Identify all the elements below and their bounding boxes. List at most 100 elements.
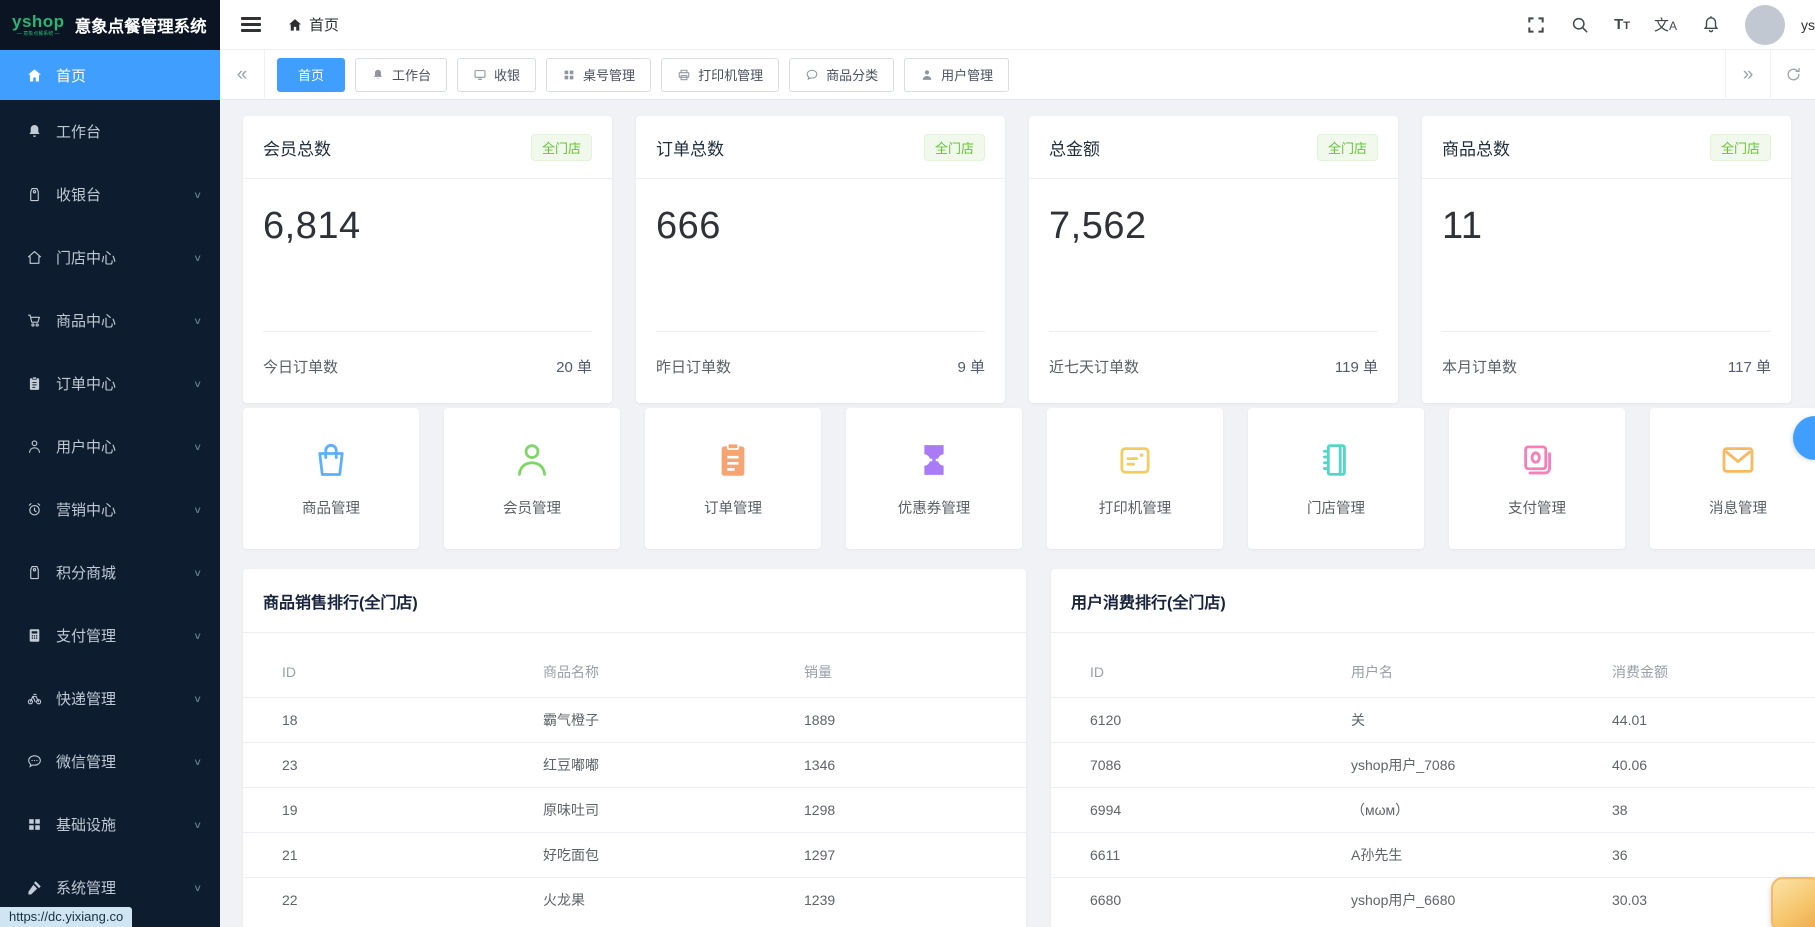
chevron-down-icon: ∨ bbox=[193, 567, 202, 578]
sidebar-item-payment[interactable]: 支付管理 ∨ bbox=[0, 604, 220, 667]
goods-sales-table: ID 商品名称 销量 18 霸气橙子 1889 23 红豆嘟嘟 1346 bbox=[243, 647, 1026, 922]
navbar-actions: TT 文A ys bbox=[1526, 5, 1815, 45]
stat-footer-label: 昨日订单数 bbox=[656, 356, 731, 377]
table-row: 22 火龙果 1239 bbox=[243, 877, 1026, 922]
column-header: ID bbox=[243, 647, 504, 697]
breadcrumb-home-label: 首页 bbox=[309, 14, 339, 35]
stat-footer-label: 近七天订单数 bbox=[1049, 356, 1139, 377]
logo-text: yshop bbox=[12, 13, 65, 30]
tabs-scroll-left-button[interactable]: « bbox=[220, 50, 265, 100]
tag-view-bar: « 首页 工作台 收银 桌号管理 打印机管理 商品分类 用户管理 » bbox=[220, 50, 1815, 100]
stat-footer-label: 今日订单数 bbox=[263, 356, 338, 377]
sidebar-item-store-center[interactable]: 门店中心 ∨ bbox=[0, 226, 220, 289]
quick-action-messages[interactable]: 消息管理 bbox=[1650, 408, 1815, 549]
chevron-down-icon: ∨ bbox=[193, 630, 202, 641]
sidebar-item-order-center[interactable]: 订单中心 ∨ bbox=[0, 352, 220, 415]
table-title: 商品销售排行(全门店) bbox=[263, 589, 418, 613]
message-envelope-icon bbox=[1717, 439, 1759, 481]
clipboard-icon bbox=[26, 375, 43, 392]
refresh-icon bbox=[1785, 66, 1802, 83]
column-header: ID bbox=[1051, 647, 1312, 697]
quick-action-payments[interactable]: 支付管理 bbox=[1449, 408, 1625, 549]
shopping-bag-icon bbox=[310, 439, 352, 481]
home-icon bbox=[26, 67, 43, 84]
table-row: 23 红豆嘟嘟 1346 bbox=[243, 742, 1026, 787]
sidebar-item-workbench[interactable]: 工作台 bbox=[0, 100, 220, 163]
sidebar-item-cashier[interactable]: 收银台 ∨ bbox=[0, 163, 220, 226]
monitor-icon bbox=[473, 68, 487, 82]
floating-cube-widget[interactable] bbox=[1771, 877, 1815, 927]
table-title: 用户消费排行(全门店) bbox=[1071, 589, 1226, 613]
tab-goods-category[interactable]: 商品分类 bbox=[789, 58, 894, 92]
sidebar-item-user-center[interactable]: 用户中心 ∨ bbox=[0, 415, 220, 478]
store-icon bbox=[26, 249, 43, 266]
notification-bell-icon[interactable] bbox=[1701, 15, 1721, 35]
stat-title: 订单总数 bbox=[656, 135, 724, 160]
chevron-down-icon: ∨ bbox=[193, 882, 202, 893]
quick-action-stores[interactable]: 门店管理 bbox=[1248, 408, 1424, 549]
avatar[interactable] bbox=[1745, 5, 1785, 45]
chevron-down-icon: ∨ bbox=[193, 441, 202, 452]
store-scope-badge: 全门店 bbox=[1710, 134, 1771, 161]
comment-icon bbox=[805, 68, 819, 82]
table-row: 6611 A孙先生 36 bbox=[1051, 832, 1815, 877]
translate-icon[interactable]: 文A bbox=[1654, 14, 1677, 35]
sidebar-toggle-icon[interactable] bbox=[241, 14, 261, 36]
cart-icon bbox=[26, 312, 43, 329]
sidebar-item-infrastructure[interactable]: 基础设施 ∨ bbox=[0, 793, 220, 856]
wechat-comment-icon bbox=[26, 753, 43, 770]
stat-card-goods: 商品总数 全门店 11 本月订单数 117 单 bbox=[1422, 116, 1791, 403]
open-tabs: 首页 工作台 收银 桌号管理 打印机管理 商品分类 用户管理 bbox=[265, 58, 1725, 92]
table-row: 18 霸气橙子 1889 bbox=[243, 697, 1026, 742]
breadcrumb[interactable]: 首页 bbox=[287, 14, 339, 35]
chevron-down-icon: ∨ bbox=[193, 756, 202, 767]
sidebar: yshop — 意象点餐系统 — 意象点餐管理系统 首页 工作台 收银台 ∨ 门… bbox=[0, 0, 220, 927]
quick-action-printers[interactable]: 打印机管理 bbox=[1047, 408, 1223, 549]
quick-action-members[interactable]: 会员管理 bbox=[444, 408, 620, 549]
main-content: 会员总数 全门店 6,814 今日订单数 20 单 订单总数 全门店 666 昨… bbox=[220, 100, 1815, 927]
top-navbar: 首页 TT 文A ys bbox=[220, 0, 1815, 50]
fullscreen-icon[interactable] bbox=[1526, 15, 1546, 35]
printer-icon bbox=[677, 68, 691, 82]
points-tag-icon bbox=[26, 564, 43, 581]
bell-icon bbox=[371, 68, 385, 82]
tab-user-management[interactable]: 用户管理 bbox=[904, 58, 1009, 92]
tab-cashier[interactable]: 收银 bbox=[457, 58, 536, 92]
stat-footer-label: 本月订单数 bbox=[1442, 356, 1517, 377]
app-logo[interactable]: yshop — 意象点餐系统 — 意象点餐管理系统 bbox=[0, 0, 220, 50]
quick-action-goods[interactable]: 商品管理 bbox=[243, 408, 419, 549]
table-row: 6994 （мωм） 38 bbox=[1051, 787, 1815, 832]
store-scope-badge: 全门店 bbox=[531, 134, 592, 161]
tab-home[interactable]: 首页 bbox=[277, 58, 345, 92]
link-status-tooltip: https://dc.yixiang.co bbox=[0, 907, 132, 927]
tab-printer-management[interactable]: 打印机管理 bbox=[661, 58, 779, 92]
tabs-scroll-right-button[interactable]: » bbox=[1725, 50, 1770, 100]
sidebar-item-wechat[interactable]: 微信管理 ∨ bbox=[0, 730, 220, 793]
quick-action-coupons[interactable]: 优惠券管理 bbox=[846, 408, 1022, 549]
user-spending-table: ID 用户名 消费金额 6120 关 44.01 7086 yshop用户_70… bbox=[1051, 647, 1815, 922]
chevron-down-icon: ∨ bbox=[193, 693, 202, 704]
chevron-down-icon: ∨ bbox=[193, 252, 202, 263]
search-icon[interactable] bbox=[1570, 15, 1590, 35]
stat-card-members: 会员总数 全门店 6,814 今日订单数 20 单 bbox=[243, 116, 612, 403]
stat-value: 11 bbox=[1442, 205, 1771, 248]
font-size-icon[interactable]: TT bbox=[1614, 16, 1630, 33]
sidebar-item-express[interactable]: 快递管理 ∨ bbox=[0, 667, 220, 730]
alarm-clock-icon bbox=[26, 501, 43, 518]
chevron-down-icon: ∨ bbox=[193, 189, 202, 200]
sidebar-item-points-mall[interactable]: 积分商城 ∨ bbox=[0, 541, 220, 604]
chevron-down-icon: ∨ bbox=[193, 378, 202, 389]
quick-action-orders[interactable]: 订单管理 bbox=[645, 408, 821, 549]
sidebar-item-marketing[interactable]: 营销中心 ∨ bbox=[0, 478, 220, 541]
payment-cards-icon bbox=[1516, 439, 1558, 481]
stat-title: 总金额 bbox=[1049, 135, 1100, 160]
sidebar-item-goods-center[interactable]: 商品中心 ∨ bbox=[0, 289, 220, 352]
stat-footer-value: 117 单 bbox=[1728, 356, 1771, 377]
tab-table-management[interactable]: 桌号管理 bbox=[546, 58, 651, 92]
tabs-refresh-button[interactable] bbox=[1770, 50, 1815, 100]
grid-icon bbox=[26, 816, 43, 833]
tab-workbench[interactable]: 工作台 bbox=[355, 58, 447, 92]
sidebar-item-home[interactable]: 首页 bbox=[0, 50, 220, 100]
app-title: 意象点餐管理系统 bbox=[75, 13, 207, 37]
calculator-icon bbox=[26, 627, 43, 644]
